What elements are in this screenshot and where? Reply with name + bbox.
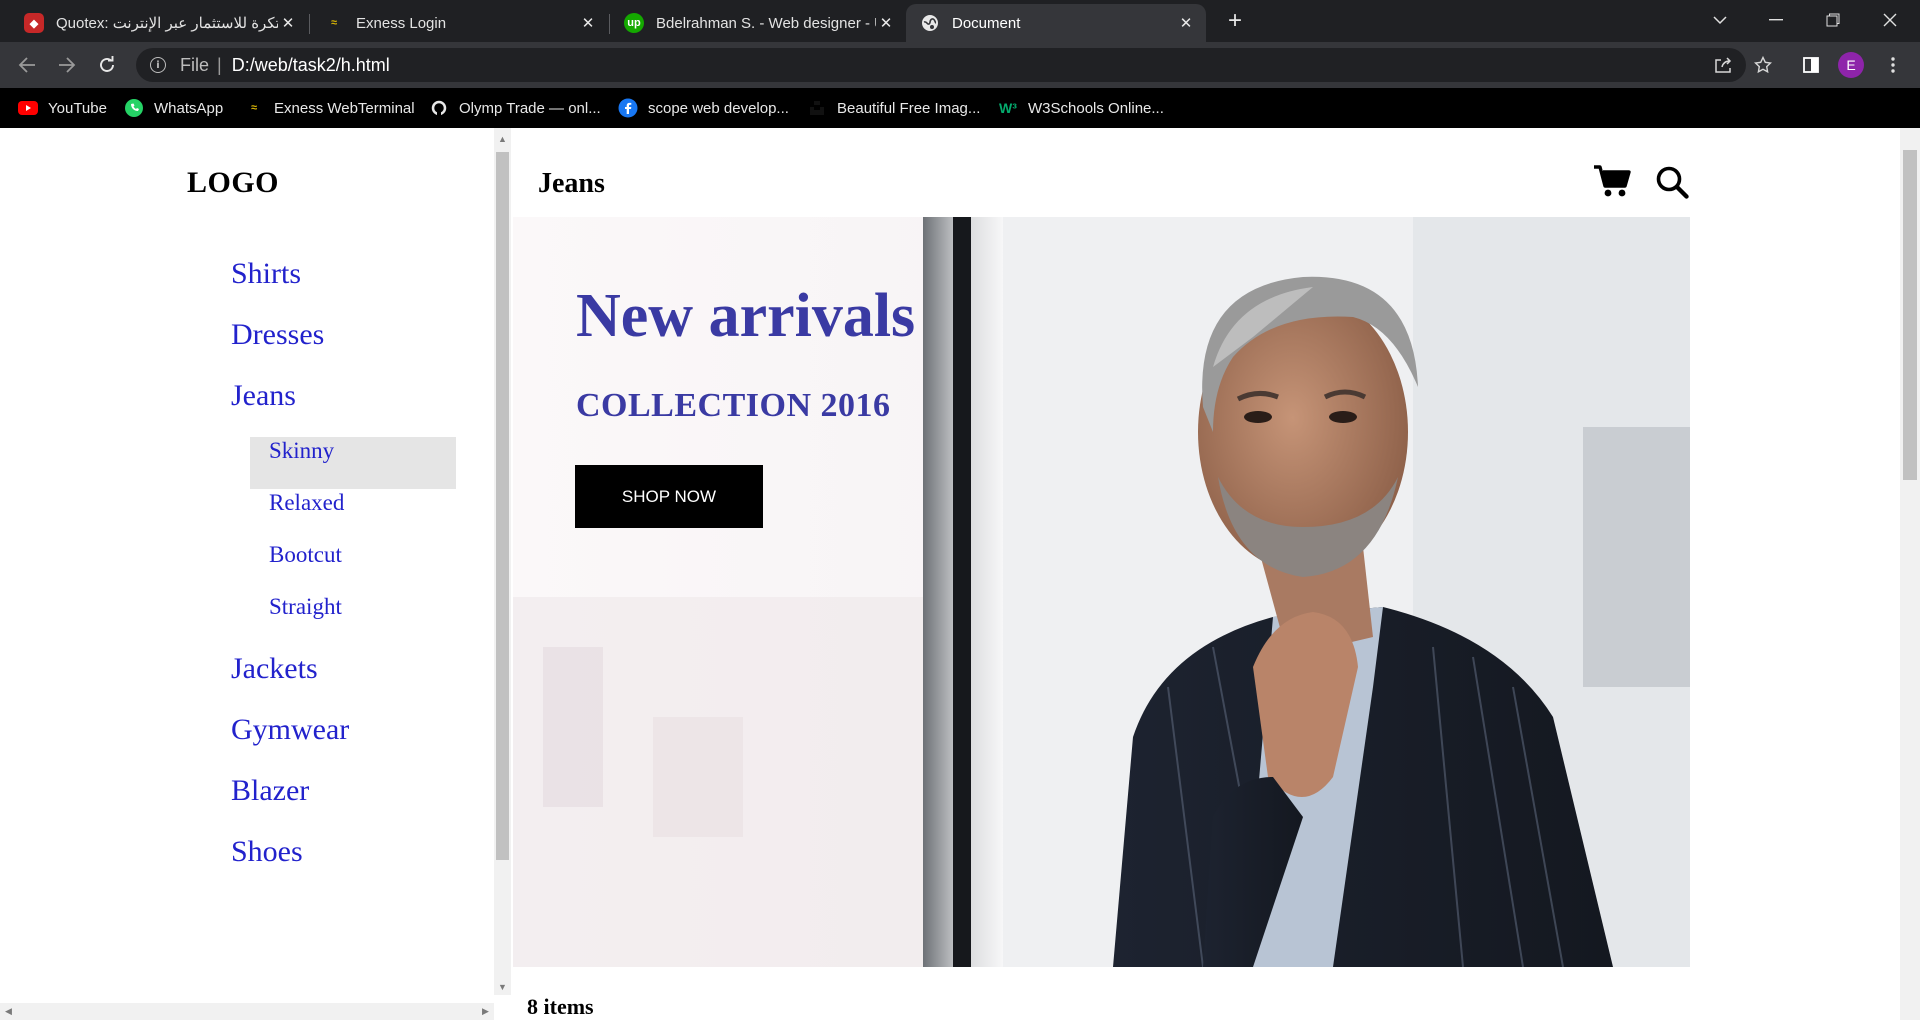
sidebar-scroll-thumb[interactable] xyxy=(496,152,509,860)
page-scroll-thumb[interactable] xyxy=(1903,150,1917,480)
address-bar[interactable]: i File | D:/web/task2/h.html xyxy=(136,48,1746,82)
tab-upwork[interactable]: up Bdelrahman S. - Web designer - Upwork… xyxy=(610,4,906,42)
facebook-icon xyxy=(618,98,638,118)
items-count: 8 items xyxy=(527,994,594,1019)
search-icon[interactable] xyxy=(1655,165,1691,201)
bookmark-label: WhatsApp xyxy=(154,99,224,117)
url-text[interactable]: D:/web/task2/h.html xyxy=(232,55,390,76)
w3schools-icon: W³ xyxy=(999,100,1017,116)
close-window-icon[interactable] xyxy=(1862,0,1918,40)
scroll-left-arrow-icon[interactable]: ◀ xyxy=(0,1003,17,1020)
bookmark-star-icon[interactable] xyxy=(1748,50,1778,80)
url-separator: | xyxy=(217,54,222,75)
sidebar-vertical-scrollbar[interactable]: ▲ ▼ xyxy=(494,128,511,995)
subnav-item-straight[interactable]: Straight xyxy=(250,593,456,645)
share-icon[interactable] xyxy=(1708,50,1738,80)
subnav-item-relaxed[interactable]: Relaxed xyxy=(250,489,456,541)
sidebar-horizontal-scrollbar[interactable]: ◀ ▶ xyxy=(0,1003,494,1020)
bookmark-label: Exness WebTerminal xyxy=(274,99,415,117)
bookmarks-bar: YouTube WhatsApp ≈ Exness WebTerminal Ol… xyxy=(0,88,1920,128)
olymp-icon xyxy=(429,98,449,118)
page-viewport: LOGO Shirts Dresses Jeans Skinny Relaxed… xyxy=(0,128,1920,1020)
browser-tab-bar: ◆ Quotex: منصة مبتكرة للاستثمار عبر الإن… xyxy=(0,0,1920,42)
bookmark-youtube[interactable]: YouTube xyxy=(18,88,107,128)
close-tab-icon[interactable]: ✕ xyxy=(278,13,298,33)
tab-search-chevron-icon[interactable] xyxy=(1692,0,1748,40)
nav-item-blazer[interactable]: Blazer xyxy=(231,773,456,834)
bookmark-scope-web[interactable]: scope web develop... xyxy=(618,88,789,128)
hero-subtitle: COLLECTION 2016 xyxy=(576,387,891,424)
bookmark-whatsapp[interactable]: WhatsApp xyxy=(124,88,223,128)
upwork-icon: up xyxy=(624,13,644,33)
page-title: Jeans xyxy=(538,168,605,199)
minimize-icon[interactable] xyxy=(1748,0,1804,40)
forward-icon[interactable] xyxy=(52,50,82,80)
unsplash-icon xyxy=(807,98,827,118)
bookmark-label: Olymp Trade — onl... xyxy=(459,99,601,117)
bookmark-label: Beautiful Free Imag... xyxy=(837,99,981,117)
nav-item-dresses[interactable]: Dresses xyxy=(231,317,456,378)
bookmark-label: YouTube xyxy=(48,99,107,117)
close-tab-icon[interactable]: ✕ xyxy=(1176,13,1196,33)
scroll-down-arrow-icon[interactable]: ▼ xyxy=(494,978,511,995)
hero-title: New arrivals xyxy=(576,282,916,350)
new-tab-icon[interactable]: + xyxy=(1222,7,1248,34)
tab-document[interactable]: Document ✕ xyxy=(906,4,1206,42)
subnav-item-skinny[interactable]: Skinny xyxy=(250,437,456,489)
exness-icon: ≈ xyxy=(250,102,258,114)
exness-icon: ≈ xyxy=(330,17,338,29)
category-nav: Shirts Dresses Jeans Skinny Relaxed Boot… xyxy=(231,256,456,895)
tab-title: Document xyxy=(952,14,1021,32)
site-info-icon[interactable]: i xyxy=(150,57,166,73)
tab-title: Quotex: منصة مبتكرة للاستثمار عبر الإنتر… xyxy=(56,15,278,32)
bookmark-olymp-trade[interactable]: Olymp Trade — onl... xyxy=(429,88,601,128)
nav-item-shirts[interactable]: Shirts xyxy=(231,256,456,317)
tab-quotex[interactable]: ◆ Quotex: منصة مبتكرة للاستثمار عبر الإن… xyxy=(0,4,308,42)
profile-avatar[interactable]: E xyxy=(1838,52,1864,78)
jeans-submenu: Skinny Relaxed Bootcut Straight xyxy=(250,437,456,645)
close-tab-icon[interactable]: ✕ xyxy=(876,13,896,33)
side-panel-icon[interactable] xyxy=(1796,50,1826,80)
logo[interactable]: LOGO xyxy=(187,166,279,200)
globe-icon xyxy=(920,13,940,33)
youtube-icon xyxy=(18,98,38,118)
hero-banner: New arrivals COLLECTION 2016 SHOP NOW xyxy=(513,217,1690,967)
browser-toolbar: i File | D:/web/task2/h.html E xyxy=(0,42,1920,88)
restore-icon[interactable] xyxy=(1805,0,1861,40)
subnav-item-bootcut[interactable]: Bootcut xyxy=(250,541,456,593)
bookmark-label: scope web develop... xyxy=(648,99,789,117)
reload-icon[interactable] xyxy=(92,50,122,80)
shopping-cart-icon[interactable] xyxy=(1593,164,1633,200)
tab-title: Bdelrahman S. - Web designer - Upwork xyxy=(656,14,876,32)
menu-kebab-icon[interactable] xyxy=(1878,50,1908,80)
tab-title: Exness Login xyxy=(356,14,447,32)
nav-item-gymwear[interactable]: Gymwear xyxy=(231,712,456,773)
bookmark-exness-webterminal[interactable]: ≈ Exness WebTerminal xyxy=(244,88,415,128)
close-tab-icon[interactable]: ✕ xyxy=(578,13,598,33)
url-scheme: File xyxy=(180,54,210,75)
back-icon[interactable] xyxy=(12,50,42,80)
nav-item-jeans[interactable]: Jeans xyxy=(231,378,456,439)
tab-exness-login[interactable]: ≈ Exness Login ✕ xyxy=(310,4,608,42)
shop-now-button[interactable]: SHOP NOW xyxy=(575,465,763,528)
whatsapp-icon xyxy=(124,98,144,118)
quotex-icon: ◆ xyxy=(24,13,44,33)
scroll-right-arrow-icon[interactable]: ▶ xyxy=(477,1003,494,1020)
page-vertical-scrollbar[interactable] xyxy=(1900,128,1920,1020)
main-content: Jeans New arrivals COLLECTION 2016 SHOP … xyxy=(511,128,1900,1020)
bookmark-w3schools[interactable]: W³ W3Schools Online... xyxy=(998,88,1164,128)
category-sidebar: LOGO Shirts Dresses Jeans Skinny Relaxed… xyxy=(0,128,494,1020)
scroll-up-arrow-icon[interactable]: ▲ xyxy=(494,130,511,147)
nav-item-jackets[interactable]: Jackets xyxy=(231,651,456,712)
bookmark-unsplash[interactable]: Beautiful Free Imag... xyxy=(807,88,980,128)
bookmark-label: W3Schools Online... xyxy=(1028,99,1164,117)
nav-item-shoes[interactable]: Shoes xyxy=(231,834,456,895)
